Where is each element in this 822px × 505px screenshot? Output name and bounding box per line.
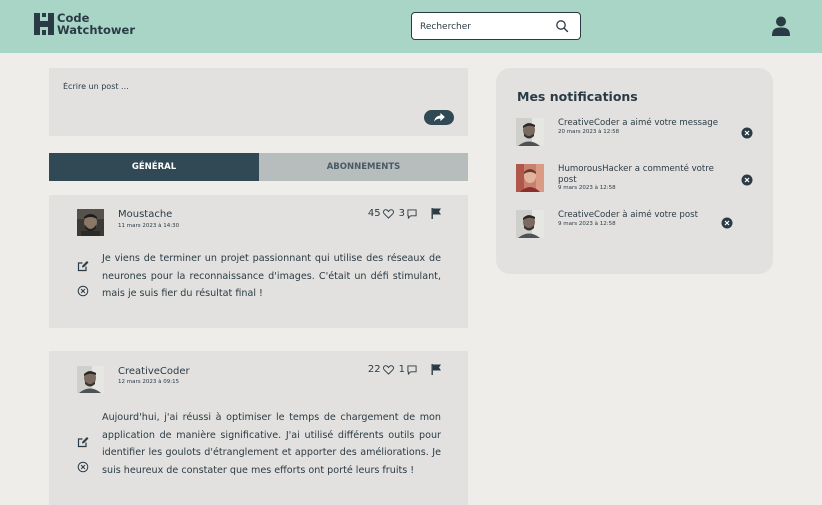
tab-general[interactable]: GÉNÉRAL <box>49 153 259 181</box>
avatar <box>516 210 544 238</box>
logo-line-2: Watchtower <box>57 23 136 37</box>
edit-icon[interactable] <box>77 436 89 448</box>
comment-icon[interactable] <box>407 208 417 219</box>
like-count: 45 <box>367 208 381 219</box>
notification-message: HumorousHacker a commenté votre post <box>558 164 714 185</box>
heart-icon[interactable] <box>382 364 394 375</box>
post-composer <box>49 68 468 136</box>
post-author[interactable]: CreativeCoder <box>118 366 190 377</box>
avatar-moustache-image <box>77 209 104 236</box>
notification-item[interactable]: HumorousHacker a commenté votre post 9 m… <box>516 164 756 194</box>
post-card: CreativeCoder 12 mars 2023 à 09:15 22 1 … <box>49 351 468 505</box>
post-date: 11 mars 2023 à 14:30 <box>118 223 180 229</box>
search-icon[interactable] <box>555 19 569 33</box>
logo[interactable]: Code Watchtower <box>34 12 135 36</box>
logo-text: Code Watchtower <box>57 12 135 36</box>
avatar-creativecoder-image <box>77 366 104 393</box>
dismiss-notification-icon[interactable] <box>721 217 733 229</box>
post-author[interactable]: Moustache <box>118 209 172 220</box>
publish-button[interactable] <box>424 110 454 125</box>
post-content: Je viens de terminer un projet passionna… <box>102 253 441 299</box>
notification-date: 20 mars 2023 à 12:58 <box>558 128 620 135</box>
notification-text: HumorousHacker a commenté votre post 9 m… <box>558 164 730 192</box>
notification-text: CreativeCoder à aimé votre post 9 mars 2… <box>558 210 730 228</box>
avatar-humoroushacker-image <box>516 164 544 192</box>
comment-count: 3 <box>398 208 405 219</box>
avatar[interactable] <box>77 366 104 393</box>
report-flag-icon[interactable] <box>431 364 441 375</box>
watchtower-logo-icon <box>34 13 54 35</box>
heart-icon[interactable] <box>382 208 394 219</box>
notifications-panel: Mes notifications CreativeCoder a aimé v… <box>496 68 773 274</box>
avatar <box>516 118 544 146</box>
user-profile-icon[interactable] <box>772 16 790 36</box>
notification-message: CreativeCoder a aimé votre message <box>558 118 719 128</box>
delete-icon[interactable] <box>77 285 89 297</box>
dismiss-notification-icon[interactable] <box>741 127 753 139</box>
report-flag-icon[interactable] <box>431 208 441 219</box>
comment-icon[interactable] <box>407 364 417 375</box>
avatar[interactable] <box>77 209 104 236</box>
avatar <box>516 164 544 192</box>
post-stats: 45 3 <box>368 208 441 219</box>
dismiss-notification-icon[interactable] <box>741 174 753 186</box>
post-date: 12 mars 2023 à 09:15 <box>118 379 180 385</box>
notification-message: CreativeCoder à aimé votre post <box>558 210 698 220</box>
notification-date: 9 mars 2023 à 12:58 <box>558 220 616 227</box>
post-card: Moustache 11 mars 2023 à 14:30 45 3 Je v… <box>49 195 468 328</box>
avatar-creativecoder-image <box>516 118 544 146</box>
post-input[interactable] <box>63 82 363 91</box>
like-count: 22 <box>367 364 381 375</box>
notification-item[interactable]: CreativeCoder a aimé votre message 20 ma… <box>516 118 756 148</box>
notifications-title: Mes notifications <box>517 89 638 104</box>
avatar-creativecoder-image <box>516 210 544 238</box>
feed-tabs: GÉNÉRAL ABONNEMENTS <box>49 153 468 181</box>
search-box <box>411 12 581 40</box>
search-input[interactable] <box>420 19 550 34</box>
delete-icon[interactable] <box>77 461 89 473</box>
notification-text: CreativeCoder a aimé votre message 20 ma… <box>558 118 730 136</box>
post-content: Aujourd'hui, j'ai réussi à optimiser le … <box>102 412 441 476</box>
notification-date: 9 mars 2023 à 12:58 <box>558 185 616 191</box>
notification-item[interactable]: CreativeCoder à aimé votre post 9 mars 2… <box>516 210 756 240</box>
edit-icon[interactable] <box>77 260 89 272</box>
share-arrow-icon <box>433 113 445 122</box>
comment-count: 1 <box>398 364 405 375</box>
post-stats: 22 1 <box>368 364 441 375</box>
top-bar: Code Watchtower <box>0 0 822 53</box>
tab-abonnements[interactable]: ABONNEMENTS <box>259 153 468 181</box>
